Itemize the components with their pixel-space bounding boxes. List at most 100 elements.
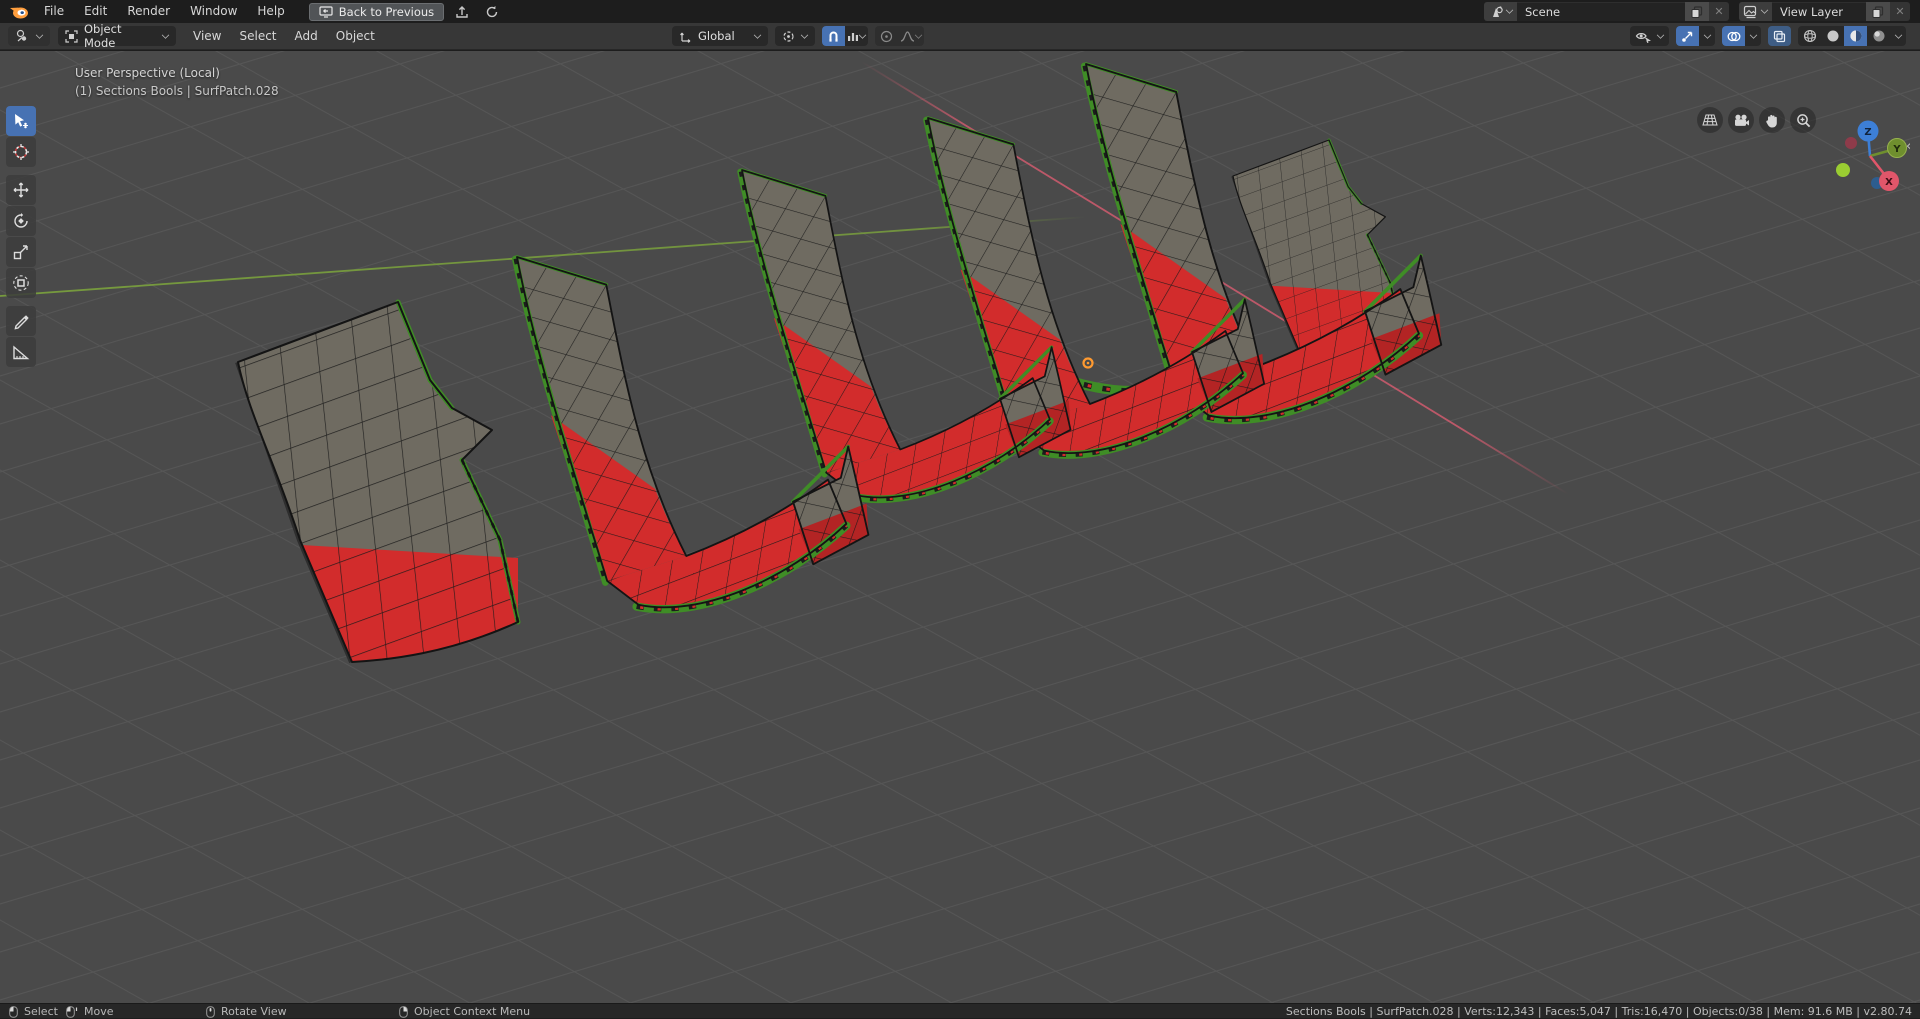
tool-select-tweak[interactable] xyxy=(6,106,36,136)
scale-icon xyxy=(12,243,30,261)
zoom-view-button[interactable] xyxy=(1790,107,1816,133)
shading-solid-button[interactable] xyxy=(1821,26,1844,46)
shading-dropdown[interactable] xyxy=(1890,26,1906,46)
scene-name-field[interactable]: Scene xyxy=(1517,2,1685,21)
shading-wireframe-button[interactable] xyxy=(1798,26,1821,46)
scene-icon xyxy=(1488,5,1504,19)
hint-label: Object Context Menu xyxy=(414,1005,530,1018)
mode-label: Object Mode xyxy=(84,22,156,50)
orientation-label: Global xyxy=(698,29,748,43)
view-name-overlay: User Perspective (Local) xyxy=(75,66,220,80)
hint-rotate-view: Rotate View xyxy=(206,1004,287,1019)
chevron-down-icon xyxy=(801,31,808,38)
hand-icon xyxy=(1765,113,1779,128)
show-gizmo-toggle[interactable] xyxy=(1676,26,1699,46)
toggle-perspective-button[interactable] xyxy=(1697,107,1723,133)
scene-browse-button[interactable] xyxy=(1484,2,1517,21)
proportional-falloff-dropdown[interactable] xyxy=(898,26,924,46)
overlay-controls xyxy=(1722,26,1761,46)
object-mode-icon xyxy=(65,30,78,43)
tool-scale[interactable] xyxy=(6,237,36,267)
rendered-sphere-icon xyxy=(1872,29,1886,43)
proportional-circle-icon xyxy=(880,30,893,43)
axis-ball-y[interactable]: Y xyxy=(1888,139,1907,158)
menu-select[interactable]: Select xyxy=(230,23,285,50)
scene-new-copy-button[interactable] xyxy=(1685,2,1709,21)
xray-toggle[interactable] xyxy=(1768,26,1791,46)
axis-ball-z[interactable]: Z xyxy=(1858,121,1879,142)
view-layer-new-copy-button[interactable] xyxy=(1866,2,1890,21)
scene-selector: Scene ✕ xyxy=(1484,2,1729,21)
topbar: File Edit Render Window Help Back to Pre… xyxy=(0,0,1920,23)
mode-dropdown[interactable]: Object Mode xyxy=(58,26,176,46)
menu-add[interactable]: Add xyxy=(286,23,327,50)
menu-file[interactable]: File xyxy=(34,0,74,23)
view-layer-name-field[interactable]: View Layer xyxy=(1772,2,1866,21)
proportional-edit-toggle[interactable] xyxy=(875,26,898,46)
tool-move[interactable] xyxy=(6,175,36,205)
chevron-down-icon xyxy=(1657,31,1664,38)
menu-edit[interactable]: Edit xyxy=(74,0,117,23)
view-layer-icon xyxy=(1743,5,1759,19)
blender-logo-icon xyxy=(8,4,30,20)
viewport-nav-buttons xyxy=(1697,107,1816,133)
export-screen-button[interactable] xyxy=(450,3,474,21)
axis-ball-x[interactable]: X xyxy=(1879,171,1899,191)
pan-view-button[interactable] xyxy=(1759,107,1785,133)
view-layer-browse-button[interactable] xyxy=(1739,2,1772,21)
axis-gizmo[interactable]: Z Y X xyxy=(1822,106,1914,198)
editor-type-button[interactable] xyxy=(8,26,50,46)
chevron-down-icon xyxy=(162,31,169,38)
orientation-dropdown[interactable]: Global xyxy=(672,26,768,46)
shading-rendered-button[interactable] xyxy=(1867,26,1890,46)
axis-ball-neg-y[interactable] xyxy=(1836,163,1850,177)
axis-ball-neg-x[interactable] xyxy=(1845,137,1857,149)
menu-help[interactable]: Help xyxy=(247,0,294,23)
rotate-icon xyxy=(12,212,30,230)
solid-sphere-icon xyxy=(1826,29,1840,43)
tool-rotate[interactable] xyxy=(6,206,36,236)
show-overlays-toggle[interactable] xyxy=(1722,26,1745,46)
screen-back-icon xyxy=(319,6,333,18)
active-object-overlay: (1) Sections Bools | SurfPatch.028 xyxy=(75,84,279,98)
chevron-down-icon xyxy=(754,31,761,38)
object-visibility-dropdown[interactable] xyxy=(1630,26,1669,46)
tool-transform[interactable] xyxy=(6,268,36,298)
chevron-down-icon xyxy=(859,31,866,38)
snap-controls xyxy=(822,26,868,46)
move-icon xyxy=(12,181,30,199)
overlays-dropdown[interactable] xyxy=(1745,26,1761,46)
snap-toggle-button[interactable] xyxy=(822,26,845,46)
tool-measure[interactable] xyxy=(6,337,36,367)
proportional-edit-controls xyxy=(875,26,924,46)
snap-target-dropdown[interactable] xyxy=(845,26,868,46)
svg-text:Y: Y xyxy=(1892,144,1901,155)
viewport-display-controls xyxy=(1630,26,1906,46)
refresh-cycle-button[interactable] xyxy=(480,3,504,21)
gizmo-arrow-icon xyxy=(1681,30,1694,43)
svg-text:Z: Z xyxy=(1864,127,1871,138)
shading-material-button[interactable] xyxy=(1844,26,1867,46)
scene-unlink-button[interactable]: ✕ xyxy=(1709,2,1729,21)
menu-window[interactable]: Window xyxy=(180,0,247,23)
pivot-icon xyxy=(782,30,795,43)
menu-object[interactable]: Object xyxy=(327,23,384,50)
tool-cursor-3d[interactable] xyxy=(6,137,36,167)
viewport-3d[interactable]: User Perspective (Local) (1) Sections Bo… xyxy=(0,51,1920,1003)
mouse-left-drag-icon xyxy=(66,1006,78,1018)
material-sphere-icon xyxy=(1849,29,1863,43)
chevron-down-icon xyxy=(915,31,922,38)
view-layer-remove-button[interactable]: ✕ xyxy=(1890,2,1910,21)
tool-annotate[interactable] xyxy=(6,306,36,336)
camera-view-button[interactable] xyxy=(1728,107,1754,133)
hint-label: Select xyxy=(24,1005,58,1018)
menu-view[interactable]: View xyxy=(184,23,230,50)
select-cursor-icon xyxy=(12,112,30,130)
sidebar-toggle-arrow[interactable]: ‹ xyxy=(1906,139,1911,154)
pivot-point-dropdown[interactable] xyxy=(775,26,815,46)
gizmo-dropdown[interactable] xyxy=(1699,26,1715,46)
menu-render[interactable]: Render xyxy=(117,0,180,23)
annotate-pencil-icon xyxy=(12,312,30,330)
back-to-previous-button[interactable]: Back to Previous xyxy=(309,3,444,21)
hint-context-menu: Object Context Menu xyxy=(399,1004,530,1019)
